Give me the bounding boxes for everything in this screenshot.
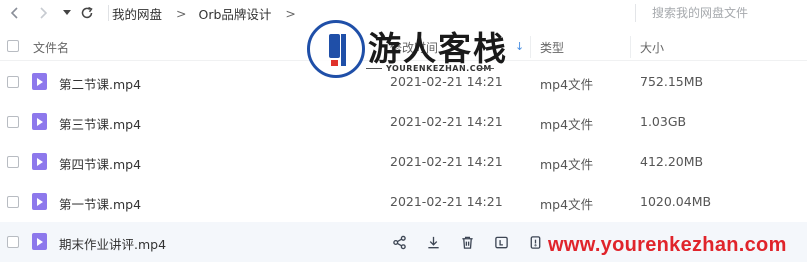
video-file-icon bbox=[32, 193, 47, 210]
row-actions bbox=[390, 233, 544, 251]
file-type: mp4文件 bbox=[540, 197, 594, 212]
file-name[interactable]: 第二节课.mp4 bbox=[59, 74, 141, 93]
breadcrumb-item-folder[interactable]: Orb品牌设计 bbox=[199, 4, 272, 23]
history-dropdown-icon[interactable] bbox=[58, 4, 76, 22]
breadcrumb-separator: > bbox=[176, 5, 187, 21]
file-type: mp4文件 bbox=[540, 117, 594, 132]
back-chevron-icon[interactable] bbox=[6, 4, 24, 22]
select-all-checkbox[interactable] bbox=[7, 40, 19, 52]
file-name[interactable]: 期末作业讲评.mp4 bbox=[59, 234, 166, 253]
header-size[interactable]: 大小 bbox=[640, 39, 664, 56]
file-size: 1020.04MB bbox=[640, 194, 712, 209]
video-file-icon bbox=[32, 153, 47, 170]
refresh-icon[interactable] bbox=[78, 4, 96, 22]
file-type: mp4文件 bbox=[540, 77, 594, 92]
video-file-icon bbox=[32, 113, 47, 130]
file-modified: 2021-02-21 14:21 bbox=[390, 194, 503, 209]
file-size: 1.03GB bbox=[640, 114, 687, 129]
share-icon[interactable] bbox=[390, 233, 408, 251]
video-file-icon bbox=[32, 73, 47, 90]
file-modified: 2021-02-21 14:21 bbox=[390, 154, 503, 169]
watermark-url: www.yourenkezhan.com bbox=[548, 234, 787, 256]
table-row[interactable]: 第三节课.mp4 2021-02-21 14:21 mp4文件 1.03GB bbox=[0, 102, 807, 142]
delete-icon[interactable] bbox=[458, 233, 476, 251]
watermark-logo bbox=[307, 20, 365, 78]
more-icon[interactable] bbox=[526, 233, 544, 251]
breadcrumb: 我的网盘 > Orb品牌设计 > bbox=[112, 0, 308, 26]
rename-icon[interactable] bbox=[492, 233, 510, 251]
file-modified: 2021-02-21 14:21 bbox=[390, 74, 503, 89]
table-row[interactable]: 第一节课.mp4 2021-02-21 14:21 mp4文件 1020.04M… bbox=[0, 182, 807, 222]
row-checkbox[interactable] bbox=[7, 156, 19, 168]
row-checkbox[interactable] bbox=[7, 236, 19, 248]
header-name[interactable]: 文件名 bbox=[33, 39, 69, 56]
search-input[interactable] bbox=[652, 3, 802, 23]
file-size: 412.20MB bbox=[640, 154, 704, 169]
breadcrumb-item-my-drive[interactable]: 我的网盘 bbox=[112, 4, 162, 23]
file-size: 752.15MB bbox=[640, 74, 704, 89]
forward-chevron-icon[interactable] bbox=[34, 4, 52, 22]
file-name[interactable]: 第四节课.mp4 bbox=[59, 154, 141, 173]
column-divider bbox=[630, 36, 631, 58]
watermark-subtitle: YOURENKEZHAN.COM bbox=[386, 64, 492, 73]
file-name[interactable]: 第三节课.mp4 bbox=[59, 114, 141, 133]
row-checkbox[interactable] bbox=[7, 76, 19, 88]
column-divider bbox=[530, 36, 531, 58]
file-modified: 2021-02-21 14:21 bbox=[390, 114, 503, 129]
file-name[interactable]: 第一节课.mp4 bbox=[59, 194, 141, 213]
row-checkbox[interactable] bbox=[7, 116, 19, 128]
download-icon[interactable] bbox=[424, 233, 442, 251]
breadcrumb-separator: > bbox=[285, 5, 296, 21]
row-checkbox[interactable] bbox=[7, 196, 19, 208]
watermark-line bbox=[366, 68, 382, 69]
file-type: mp4文件 bbox=[540, 157, 594, 172]
header-type[interactable]: 类型 bbox=[540, 39, 564, 56]
watermark-line bbox=[478, 68, 494, 69]
search-divider bbox=[635, 4, 636, 22]
watermark-title: 游人客栈 bbox=[368, 29, 508, 68]
sort-desc-arrow-icon[interactable]: ↓ bbox=[515, 40, 524, 53]
video-file-icon bbox=[32, 233, 47, 250]
table-row[interactable]: 第四节课.mp4 2021-02-21 14:21 mp4文件 412.20MB bbox=[0, 142, 807, 182]
